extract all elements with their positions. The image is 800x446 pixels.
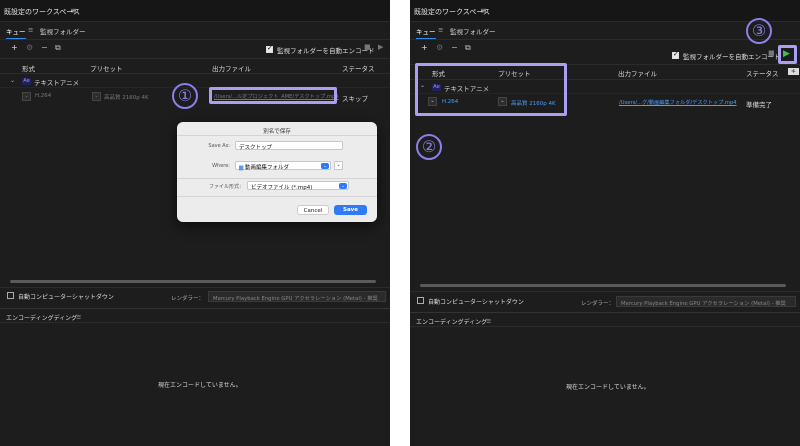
after-effects-icon: Ae — [22, 78, 31, 85]
column-status[interactable]: ステータス — [746, 68, 779, 78]
renderer-select[interactable]: Mercury Playback Engine GPU アクセラレーション (M… — [616, 296, 796, 307]
save-as-label: Save As: — [208, 143, 230, 149]
preset-value[interactable]: 高品質 2160p 4K — [104, 93, 149, 101]
file-format-popup[interactable]: ビデオファイル (*.mp4) ⌄ — [247, 181, 349, 191]
format-dropdown[interactable]: ⌄ — [22, 92, 31, 101]
add-item-icon[interactable]: + — [421, 43, 428, 52]
where-value: 動画編集フォルダ — [244, 165, 289, 171]
left-screenshot-panel: 既設定のワークスペース ≡ キュー ≡ 監視フォルダー + ⚙ − ⧉ 監視フォ… — [0, 0, 390, 446]
renderer-label: レンダラー： — [171, 296, 205, 302]
save-as-dialog: 別名で保存 Save As: デスクトップ Where: ▆ 動画編集フォルダ … — [177, 122, 377, 222]
remove-item-icon[interactable]: − — [451, 43, 458, 52]
settings-icon[interactable]: ⚙ — [436, 43, 443, 52]
duplicate-icon[interactable]: ⧉ — [465, 43, 471, 53]
remove-item-icon[interactable]: − — [41, 43, 48, 52]
file-format-label: ファイル形式： — [208, 184, 244, 190]
workspace-title: 既設定のワークスペース — [4, 8, 80, 16]
right-screenshot-panel: 既設定のワークスペース ≡ キュー ≡ 監視フォルダー + ⚙ − ⧉ 監視フォ… — [410, 0, 800, 446]
dialog-title: 別名で保存 — [263, 129, 291, 135]
duplicate-icon[interactable]: ⧉ — [55, 43, 61, 53]
save-button[interactable]: Save — [334, 205, 367, 215]
cancel-button[interactable]: Cancel — [297, 205, 329, 215]
renderer-select[interactable]: Mercury Playback Engine GPU アクセラレーション (M… — [208, 291, 386, 302]
workspace-title: 既設定のワークスペース — [414, 8, 490, 16]
horizontal-scrollbar[interactable] — [420, 284, 786, 287]
tab-queue[interactable]: キュー — [416, 26, 436, 39]
where-label: Where: — [212, 163, 230, 169]
encoding-status-message: 現在エンコードしていません。 — [566, 384, 650, 391]
play-tooltip: キ — [788, 68, 800, 75]
stop-icon[interactable]: ■ — [768, 49, 775, 57]
annotation-3: ③ — [746, 18, 772, 44]
preset-dropdown[interactable]: ⌄ — [92, 92, 101, 101]
tab-queue[interactable]: キュー — [6, 26, 26, 39]
panel-menu-icon[interactable]: ≡ — [70, 6, 77, 15]
panel-menu-icon[interactable]: ≡ — [480, 6, 487, 15]
encoding-menu-icon[interactable]: ≡ — [486, 317, 491, 325]
expand-browser-button[interactable]: ⌄ — [334, 161, 343, 170]
annotation-1: ① — [172, 83, 198, 109]
encoding-status-message: 現在エンコードしていません。 — [158, 382, 242, 389]
popup-arrows-icon: ⌄ — [339, 183, 347, 189]
stop-icon[interactable]: ■ — [364, 43, 371, 51]
workspace-titlebar: 既設定のワークスペース ≡ — [410, 0, 800, 22]
play-icon[interactable]: ▶ — [378, 43, 383, 51]
status-value: スキップ — [342, 95, 368, 103]
status-value: 準備完了 — [746, 101, 772, 109]
auto-encode-label: 監視フォルダーを自動エンコード — [277, 47, 375, 55]
chevron-down-icon[interactable]: ⌄ — [10, 77, 15, 84]
save-as-input[interactable]: デスクトップ — [235, 141, 343, 151]
queue-toolbar: + ⚙ − ⧉ 監視フォルダーを自動エンコード ■ — [410, 42, 800, 61]
queue-menu-icon[interactable]: ≡ — [28, 26, 33, 34]
renderer-label: レンダラー： — [581, 301, 615, 307]
tab-watch-folders[interactable]: 監視フォルダー — [450, 26, 496, 36]
shutdown-checkbox[interactable] — [7, 292, 14, 299]
horizontal-scrollbar[interactable] — [10, 280, 376, 283]
output-file-link[interactable]: /Users/...グ/動画編集フォルダ/デスクトップ.mp4 — [619, 99, 737, 106]
queue-menu-icon[interactable]: ≡ — [438, 26, 443, 34]
shutdown-label: 自動コンピューターシャットダウン — [18, 294, 114, 301]
auto-encode-label: 監視フォルダーを自動エンコード — [683, 53, 781, 61]
format-preset-highlight — [415, 63, 567, 116]
settings-icon[interactable]: ⚙ — [26, 43, 33, 52]
file-format-value: ビデオファイル (*.mp4) — [251, 185, 313, 191]
column-status[interactable]: ステータス — [342, 63, 375, 73]
encoding-panel-title: エンコーディングディング — [6, 315, 78, 322]
encoding-panel-title: エンコーディングディング — [416, 319, 488, 326]
column-format[interactable]: 形式 — [22, 63, 35, 73]
popup-arrows-icon: ⌄ — [321, 163, 329, 169]
shutdown-checkbox[interactable] — [417, 297, 424, 304]
queue-toolbar: + ⚙ − ⧉ 監視フォルダーを自動エンコード ■ ▶ — [0, 42, 390, 56]
annotation-2: ② — [416, 134, 442, 160]
panel-tabs: キュー ≡ 監視フォルダー — [410, 24, 800, 39]
shutdown-label: 自動コンピューターシャットダウン — [428, 299, 524, 306]
column-output[interactable]: 出力ファイル — [618, 68, 657, 78]
auto-encode-checkbox[interactable] — [672, 50, 679, 59]
start-queue-play-icon[interactable]: ▶ — [783, 49, 790, 59]
add-item-icon[interactable]: + — [11, 43, 18, 52]
encoding-menu-icon[interactable]: ≡ — [76, 313, 81, 321]
tab-watch-folders[interactable]: 監視フォルダー — [40, 26, 86, 36]
panel-tabs: キュー ≡ 監視フォルダー — [0, 24, 390, 39]
workspace-titlebar: 既設定のワークスペース ≡ — [0, 0, 390, 22]
auto-encode-checkbox[interactable] — [266, 44, 273, 53]
where-popup[interactable]: ▆ 動画編集フォルダ ⌄ — [235, 161, 331, 171]
queue-item-name: テキストアニメ — [34, 79, 80, 87]
column-preset[interactable]: プリセット — [90, 63, 123, 73]
output-highlight — [209, 87, 337, 104]
column-output[interactable]: 出力ファイル — [212, 63, 251, 73]
format-value[interactable]: H.264 — [35, 93, 51, 99]
